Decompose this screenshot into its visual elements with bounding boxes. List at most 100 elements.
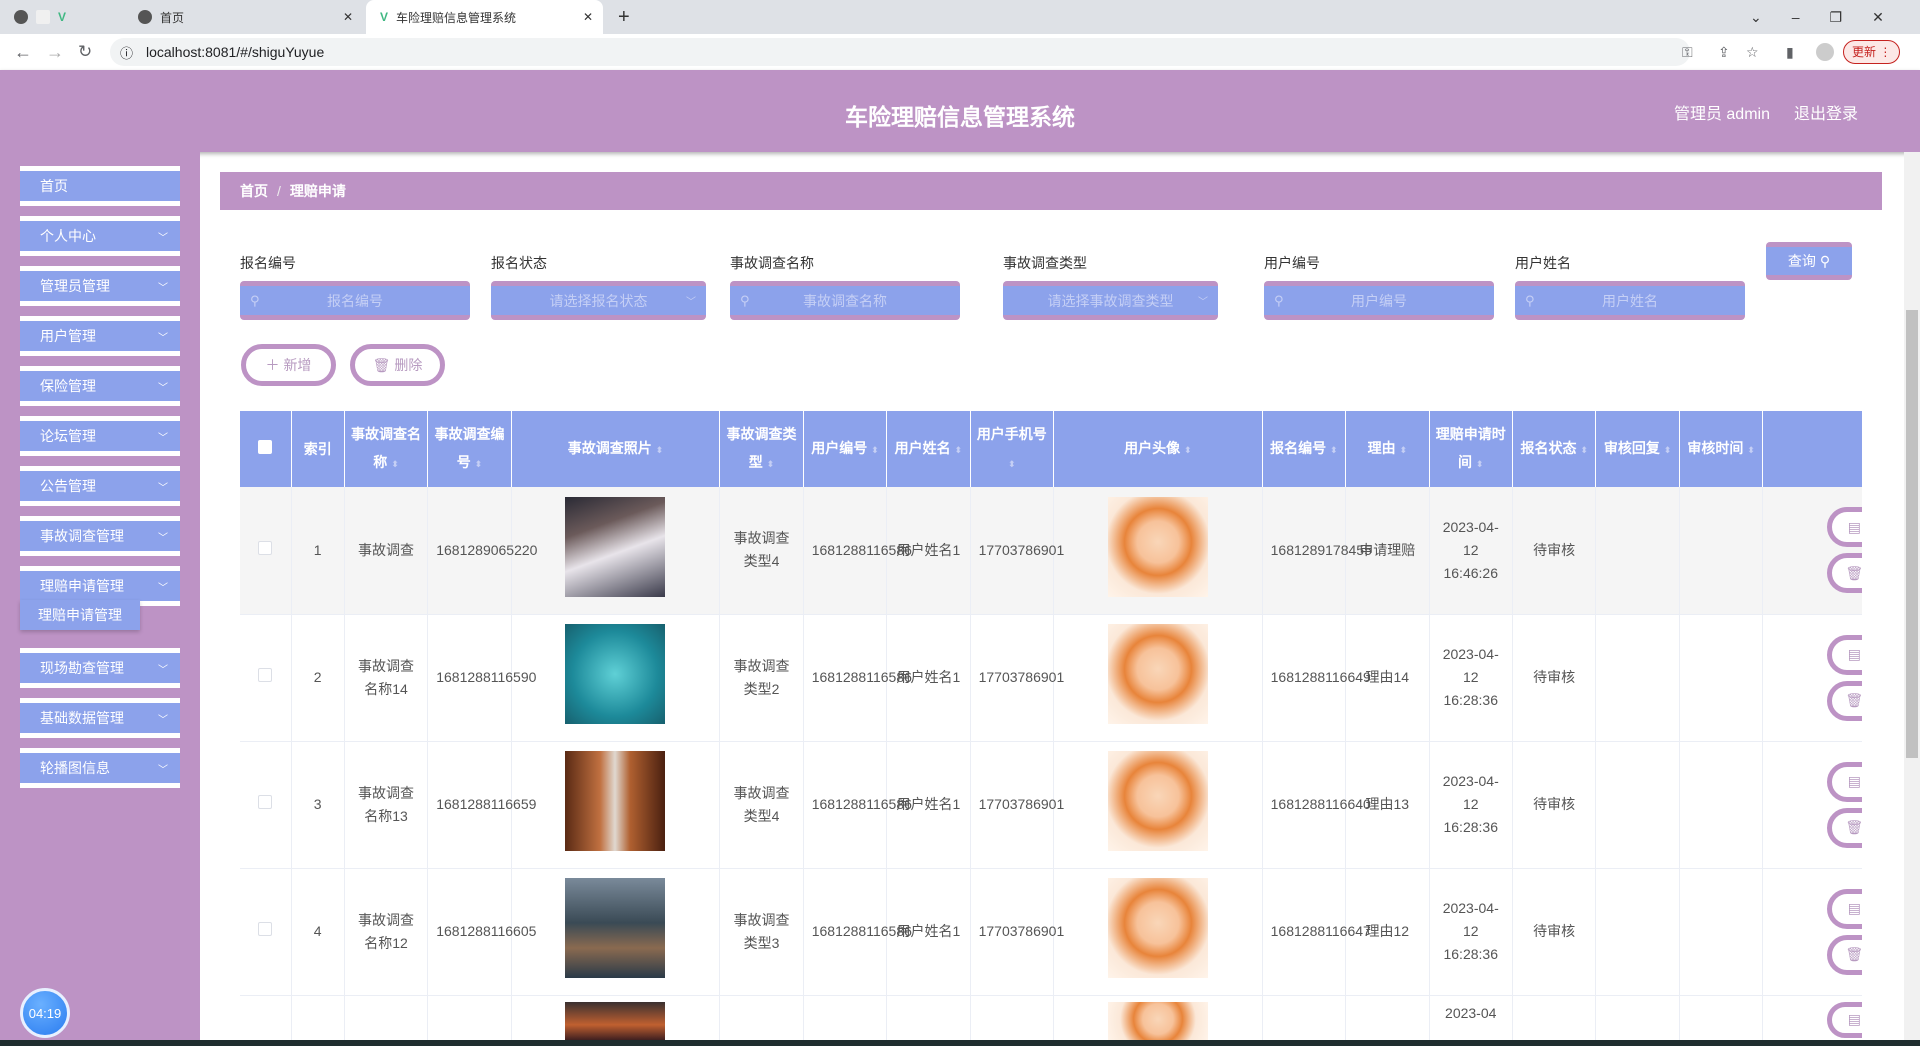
sort-icon[interactable]: ⬍ (1580, 445, 1588, 455)
user-avatar[interactable] (1107, 751, 1208, 851)
column-header[interactable]: 报名状态 ⬍ (1512, 411, 1597, 487)
sidebar-item-accident[interactable]: 事故调查管理 ﹀ (20, 516, 180, 556)
accident-photo[interactable] (565, 878, 666, 978)
column-header[interactable]: 事故调查照片 ⬍ (511, 411, 721, 487)
row-checkbox[interactable] (240, 868, 292, 996)
sidebar-item-admins[interactable]: 管理员管理 ﹀ (20, 266, 180, 306)
column-header[interactable]: 理赔申请时间 ⬍ (1429, 411, 1513, 487)
sidebar-item-carousel[interactable]: 轮播图信息 ﹀ (20, 748, 180, 788)
accident-photo[interactable] (565, 1001, 666, 1040)
column-header[interactable]: 事故调查编号 ⬍ (427, 411, 512, 487)
column-header[interactable]: 用户头像 ⬍ (1053, 411, 1263, 487)
delete-button[interactable]: 🗑 删除 (1827, 553, 1862, 594)
detail-button[interactable]: ▤ 详情 (1827, 507, 1862, 548)
user-avatar[interactable] (1107, 878, 1208, 978)
scrollbar-thumb[interactable] (1906, 310, 1918, 758)
delete-button[interactable]: 🗑 删除 (1827, 807, 1862, 848)
checkbox[interactable] (258, 540, 273, 555)
tab-group-icons[interactable]: V (14, 0, 74, 34)
sort-icon[interactable]: ⬍ (871, 445, 879, 455)
sidebar-item-users[interactable]: 用户管理 ﹀ (20, 316, 180, 356)
url-input[interactable]: ⓘ localhost:8081/#/shiguYuyue (110, 38, 1690, 66)
restore-icon[interactable]: ❐ (1830, 9, 1843, 26)
sort-icon[interactable]: ⬍ (1330, 445, 1338, 455)
column-header[interactable]: 用户手机号 ⬍ (970, 411, 1055, 487)
column-header[interactable]: 事故调查名称 ⬍ (344, 411, 429, 487)
checkbox[interactable] (258, 668, 273, 682)
user-name-input[interactable]: ⚲ 用户姓名 (1515, 281, 1745, 320)
sidebar-item-profile[interactable]: 个人中心 ﹀ (20, 216, 180, 256)
checkbox[interactable] (258, 922, 273, 936)
close-icon[interactable]: ✕ (343, 10, 353, 24)
star-icon[interactable]: ☆ (1746, 44, 1759, 61)
accident-type-select[interactable]: 请选择事故调查类型 ﹀ (1003, 281, 1218, 320)
sort-icon[interactable]: ⬍ (1664, 445, 1672, 455)
detail-button[interactable]: ▤ 详情 (1827, 1001, 1862, 1038)
accident-photo[interactable] (565, 496, 666, 597)
row-checkbox[interactable] (240, 614, 292, 742)
batch-delete-button[interactable]: 🗑 删除 (350, 344, 445, 386)
column-header[interactable]: 用户编号 ⬍ (803, 411, 888, 487)
user-avatar[interactable] (1107, 1001, 1208, 1040)
column-header[interactable]: 报名编号 ⬍ (1262, 411, 1347, 487)
sidebar-item-notice[interactable]: 公告管理 ﹀ (20, 466, 180, 506)
minimize-icon[interactable]: – (1792, 9, 1800, 25)
chevron-down-icon[interactable]: ⌄ (1750, 9, 1762, 26)
logout-link[interactable]: 退出登录 (1794, 100, 1858, 124)
update-button[interactable]: 更新 ⋮ (1843, 40, 1901, 64)
clock-widget[interactable]: 04:19 (20, 988, 70, 1038)
page-scrollbar[interactable] (1904, 152, 1920, 1040)
user-code-input[interactable]: ⚲ 用户编号 (1264, 281, 1494, 320)
share-icon[interactable]: ⇪ (1718, 44, 1730, 61)
sort-icon[interactable]: ⬍ (767, 459, 775, 469)
sidebar-item-basedata[interactable]: 基础数据管理 ﹀ (20, 698, 180, 738)
sort-icon[interactable]: ⬍ (1747, 445, 1755, 455)
tab-active[interactable]: V 车险理赔信息管理系统 ✕ (366, 0, 603, 34)
accident-name-input[interactable]: ⚲ 事故调查名称 (730, 281, 960, 320)
row-checkbox[interactable] (240, 487, 292, 615)
key-icon[interactable]: ⚿ (1682, 44, 1693, 61)
row-checkbox[interactable] (240, 741, 292, 869)
column-header[interactable]: 理由 ⬍ (1345, 411, 1430, 487)
column-header[interactable]: 事故调查类型 ⬍ (719, 411, 804, 487)
detail-button[interactable]: ▤ 详情 (1827, 634, 1862, 675)
back-icon[interactable]: ← (14, 42, 32, 63)
checkbox[interactable] (258, 795, 273, 809)
add-button[interactable]: ＋ 新增 (241, 344, 336, 386)
new-tab-button[interactable]: + (618, 0, 630, 34)
sort-icon[interactable]: ⬍ (475, 459, 483, 469)
profile-icon[interactable] (1816, 43, 1834, 61)
detail-button[interactable]: ▤ 详情 (1827, 761, 1862, 802)
user-avatar[interactable] (1107, 496, 1208, 597)
reg-status-select[interactable]: 请选择报名状态 ﹀ (491, 281, 706, 320)
select-all-checkbox[interactable] (240, 411, 292, 487)
sidepanel-icon[interactable]: ▮ (1786, 44, 1794, 61)
row-checkbox[interactable] (240, 995, 292, 1040)
column-header[interactable]: 审核时间 ⬍ (1679, 411, 1764, 487)
reg-code-input[interactable]: ⚲ 报名编号 (240, 281, 470, 320)
sidebar-item-insurance[interactable]: 保险管理 ﹀ (20, 366, 180, 406)
sort-icon[interactable]: ⬍ (1008, 459, 1016, 469)
sort-icon[interactable]: ⬍ (391, 459, 399, 469)
sidebar-item-forum[interactable]: 论坛管理 ﹀ (20, 416, 180, 456)
sidebar-item-survey[interactable]: 现场勘查管理 ﹀ (20, 648, 180, 688)
close-window-icon[interactable]: ✕ (1872, 9, 1884, 26)
sort-icon[interactable]: ⬍ (955, 445, 963, 455)
column-header[interactable]: 用户姓名 ⬍ (886, 411, 971, 487)
sidebar-item-home[interactable]: 首页 (20, 166, 180, 206)
sidebar-subitem-claims[interactable]: 理赔申请管理 (20, 600, 140, 630)
accident-photo[interactable] (565, 624, 666, 724)
sort-icon[interactable]: ⬍ (1399, 445, 1407, 455)
reload-icon[interactable]: ↻ (78, 42, 92, 62)
query-button[interactable]: 查询 ⚲ (1766, 242, 1852, 280)
delete-button[interactable]: 🗑 删除 (1827, 934, 1862, 975)
column-header[interactable]: 审核回复 ⬍ (1595, 411, 1680, 487)
tab-home[interactable]: 首页 ✕ (138, 0, 363, 34)
sort-icon[interactable]: ⬍ (656, 445, 664, 455)
delete-button[interactable]: 🗑 删除 (1827, 680, 1862, 721)
breadcrumb-home[interactable]: 首页 (240, 181, 268, 201)
close-icon[interactable]: ✕ (583, 10, 593, 24)
sort-icon[interactable]: ⬍ (1184, 445, 1192, 455)
user-avatar[interactable] (1107, 624, 1208, 724)
sort-icon[interactable]: ⬍ (1476, 459, 1484, 469)
